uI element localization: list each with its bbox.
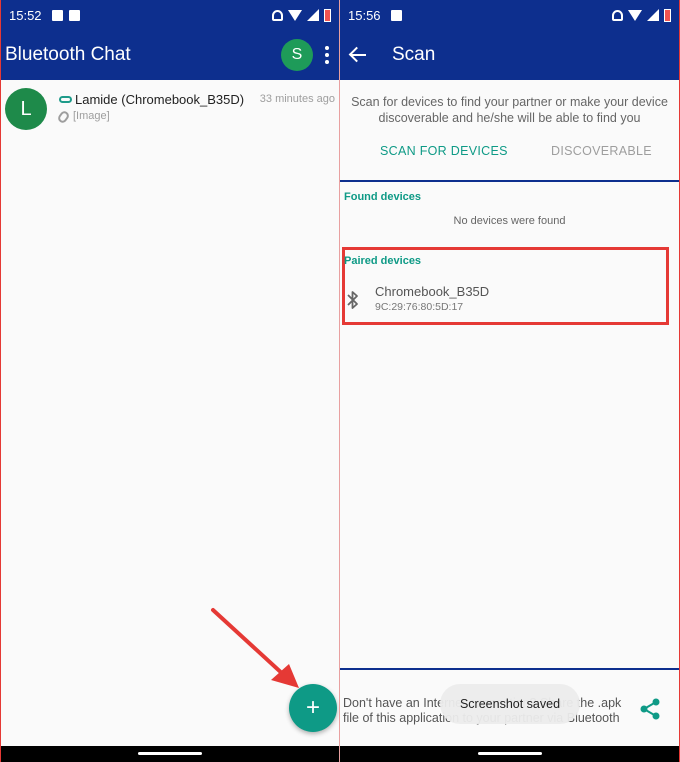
- bluetooth-icon: [347, 291, 358, 309]
- profile-avatar[interactable]: S: [281, 39, 313, 71]
- app-bar: Scan: [340, 30, 679, 80]
- navigation-bar: [1, 746, 339, 762]
- wifi-icon: [288, 9, 302, 21]
- annotation-arrow: [211, 608, 299, 688]
- chat-list-item[interactable]: L Lamide (Chromebook_B35D) 33 minutes ag…: [1, 86, 339, 134]
- scan-screen: 15:56 Scan Scan for devices to find your…: [340, 0, 680, 762]
- notifications-off-icon: [612, 9, 623, 21]
- wifi-icon: [628, 9, 642, 21]
- scan-for-devices-button[interactable]: SCAN FOR DEVICES: [380, 144, 508, 158]
- gallery-notification-icon: [51, 9, 63, 21]
- status-time: 15:52: [9, 7, 42, 23]
- bottom-divider: [340, 668, 679, 670]
- notifications-off-icon: [272, 9, 283, 21]
- home-gesture-pill[interactable]: [138, 752, 202, 755]
- chat-preview: [Image]: [73, 110, 110, 122]
- scan-description: Scan for devices to find your partner or…: [351, 95, 668, 125]
- overflow-menu-icon[interactable]: [319, 40, 335, 70]
- found-devices-label: Found devices: [344, 191, 422, 203]
- new-chat-fab[interactable]: +: [289, 684, 337, 732]
- battery-icon: [664, 8, 671, 22]
- paired-devices-label: Paired devices: [344, 255, 422, 267]
- paired-device-name[interactable]: Chromebook_B35D: [375, 284, 489, 299]
- chat-timestamp: 33 minutes ago: [259, 93, 335, 105]
- page-title: Scan: [392, 44, 436, 65]
- status-bar: 15:52: [1, 0, 339, 30]
- chat-contact-name: Lamide (Chromebook_B35D): [75, 92, 245, 107]
- share-icon[interactable]: [638, 697, 662, 721]
- app-bar: Bluetooth Chat S: [1, 30, 339, 80]
- download-notification-icon: [68, 9, 80, 21]
- scan-tabs: SCAN FOR DEVICES DISCOVERABLE: [340, 144, 679, 164]
- app-title: Bluetooth Chat: [5, 44, 131, 65]
- toast-message: Screenshot saved: [440, 684, 580, 724]
- contact-avatar: L: [5, 88, 47, 130]
- paperclip-icon: [56, 109, 71, 125]
- cell-signal-icon: [647, 9, 659, 21]
- battery-icon: [324, 8, 331, 22]
- discoverable-button[interactable]: DISCOVERABLE: [551, 144, 652, 158]
- navigation-bar: [340, 746, 679, 762]
- paired-device-mac: 9C:29:76:80:5D:17: [375, 301, 464, 313]
- status-bar: 15:56: [340, 0, 679, 30]
- back-arrow-icon[interactable]: [346, 42, 372, 68]
- no-devices-message: No devices were found: [453, 215, 566, 227]
- home-gesture-pill[interactable]: [477, 752, 542, 755]
- link-icon: [59, 96, 72, 103]
- download-notification-icon: [390, 9, 402, 21]
- status-time: 15:56: [348, 7, 381, 23]
- section-divider: [340, 180, 679, 182]
- cell-signal-icon: [307, 9, 319, 21]
- chat-list-screen: 15:52 Bluetooth Chat S L Lamide (Chromeb…: [0, 0, 340, 762]
